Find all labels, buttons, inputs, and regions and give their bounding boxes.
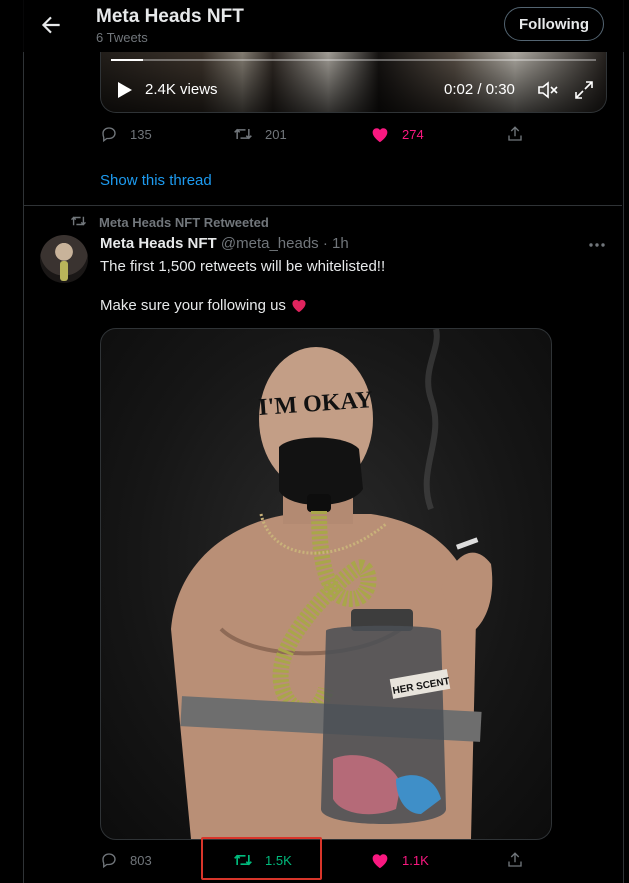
dot-separator: ·: [322, 235, 328, 252]
like-count: 274: [402, 126, 424, 142]
tweet-author-row: Meta Heads NFT @meta_heads · 1h: [100, 235, 349, 252]
tweet-divider: [24, 205, 622, 206]
tweet-text-line2-label: Make sure your following us: [100, 297, 286, 314]
reply-count: 803: [130, 852, 152, 868]
avatar[interactable]: [40, 235, 88, 283]
tweet-count: 6 Tweets: [96, 30, 148, 45]
reply-count: 135: [130, 126, 152, 142]
tweet-text-line2: Make sure your following us: [100, 297, 308, 317]
tweet-image-illustration: I'M OKAY HER SCENT: [171, 329, 493, 839]
reply-button[interactable]: 135: [100, 125, 152, 143]
retweet-count: 201: [265, 126, 287, 142]
heart-filled-icon: [370, 851, 390, 869]
reply-icon: [100, 125, 118, 143]
retweet-highlight-box: [201, 837, 322, 880]
share-icon: [506, 851, 524, 869]
red-heart-emoji-icon: [290, 297, 308, 317]
retweeted-by-line: Meta Heads NFT Retweeted: [70, 214, 269, 231]
video-progress-fill: [111, 59, 144, 61]
like-count: 1.1K: [402, 852, 429, 868]
reply-icon: [100, 851, 118, 869]
tweet-image[interactable]: I'M OKAY HER SCENT: [100, 328, 552, 840]
muted-speaker-icon[interactable]: [537, 80, 559, 105]
tweet-time[interactable]: 1h: [332, 235, 349, 252]
page-title: Meta Heads NFT: [96, 6, 244, 27]
avatar-detail: [60, 261, 68, 281]
reply-button[interactable]: 803: [100, 851, 152, 869]
like-button[interactable]: 274: [370, 125, 424, 143]
share-icon: [506, 125, 524, 143]
heart-filled-icon: [370, 125, 390, 143]
retweeted-by-label[interactable]: Meta Heads NFT Retweeted: [99, 215, 269, 230]
share-button[interactable]: [506, 851, 524, 869]
author-name[interactable]: Meta Heads NFT: [100, 235, 217, 252]
video-progress-bar[interactable]: [111, 59, 596, 61]
share-button[interactable]: [506, 125, 524, 143]
retweet-icon: [70, 214, 87, 231]
retweet-icon: [233, 125, 253, 143]
profile-header: Meta Heads NFT 6 Tweets Following: [0, 0, 629, 52]
video-time: 0:02 / 0:30: [444, 81, 515, 98]
play-icon[interactable]: [117, 81, 133, 104]
show-thread-link[interactable]: Show this thread: [100, 172, 212, 189]
fullscreen-icon[interactable]: [573, 79, 595, 106]
tweet1-actions: 135 201 274: [100, 125, 540, 147]
author-handle[interactable]: @meta_heads: [221, 235, 319, 252]
following-button[interactable]: Following: [504, 7, 604, 41]
like-button[interactable]: 1.1K: [370, 851, 429, 869]
video-player[interactable]: 2.4K views 0:02 / 0:30: [100, 52, 607, 113]
video-views: 2.4K views: [145, 81, 218, 98]
more-options-icon[interactable]: [588, 238, 606, 257]
back-arrow-icon[interactable]: [38, 12, 64, 38]
tweet-text-line1: The first 1,500 retweets will be whiteli…: [100, 258, 386, 275]
retweet-button[interactable]: 201: [233, 125, 287, 143]
